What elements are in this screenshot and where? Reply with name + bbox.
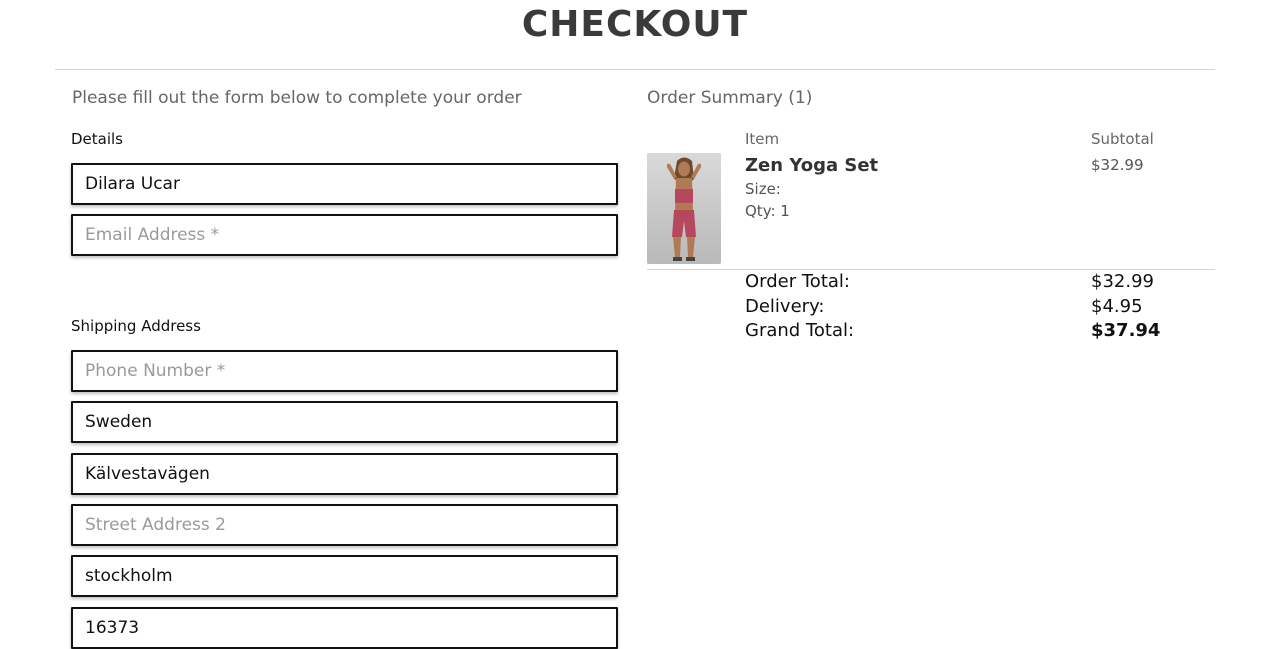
product-thumbnail [647, 153, 721, 264]
street-address-2-field[interactable] [71, 504, 618, 546]
column-header-subtotal: Subtotal [1091, 130, 1154, 148]
form-intro: Please fill out the form below to comple… [72, 88, 522, 108]
order-total-label: Order Total: [745, 271, 850, 292]
street-address-1-field[interactable] [71, 453, 618, 495]
product-size: Size: [745, 180, 781, 198]
summary-divider [647, 269, 1215, 270]
country-field[interactable] [71, 401, 618, 443]
product-image [647, 153, 721, 264]
order-summary-title: Order Summary (1) [647, 88, 813, 108]
header-divider [55, 69, 1215, 70]
phone-field[interactable] [71, 350, 618, 392]
column-header-item: Item [745, 130, 780, 148]
full-name-field[interactable] [71, 163, 618, 205]
postcode-field[interactable] [71, 607, 618, 649]
product-name[interactable]: Zen Yoga Set [745, 155, 878, 176]
shipping-address-label: Shipping Address [71, 317, 201, 335]
product-price: $32.99 [1091, 156, 1144, 174]
grand-total-label: Grand Total: [745, 320, 855, 341]
order-total-value: $32.99 [1091, 271, 1154, 292]
delivery-label: Delivery: [745, 296, 825, 317]
details-label: Details [71, 130, 124, 148]
product-quantity: Qty: 1 [745, 202, 790, 220]
delivery-value: $4.95 [1091, 296, 1143, 317]
page-title: CHECKOUT [521, 4, 749, 45]
grand-total-value: $37.94 [1091, 320, 1161, 341]
email-field[interactable] [71, 214, 618, 256]
city-field[interactable] [71, 555, 618, 597]
